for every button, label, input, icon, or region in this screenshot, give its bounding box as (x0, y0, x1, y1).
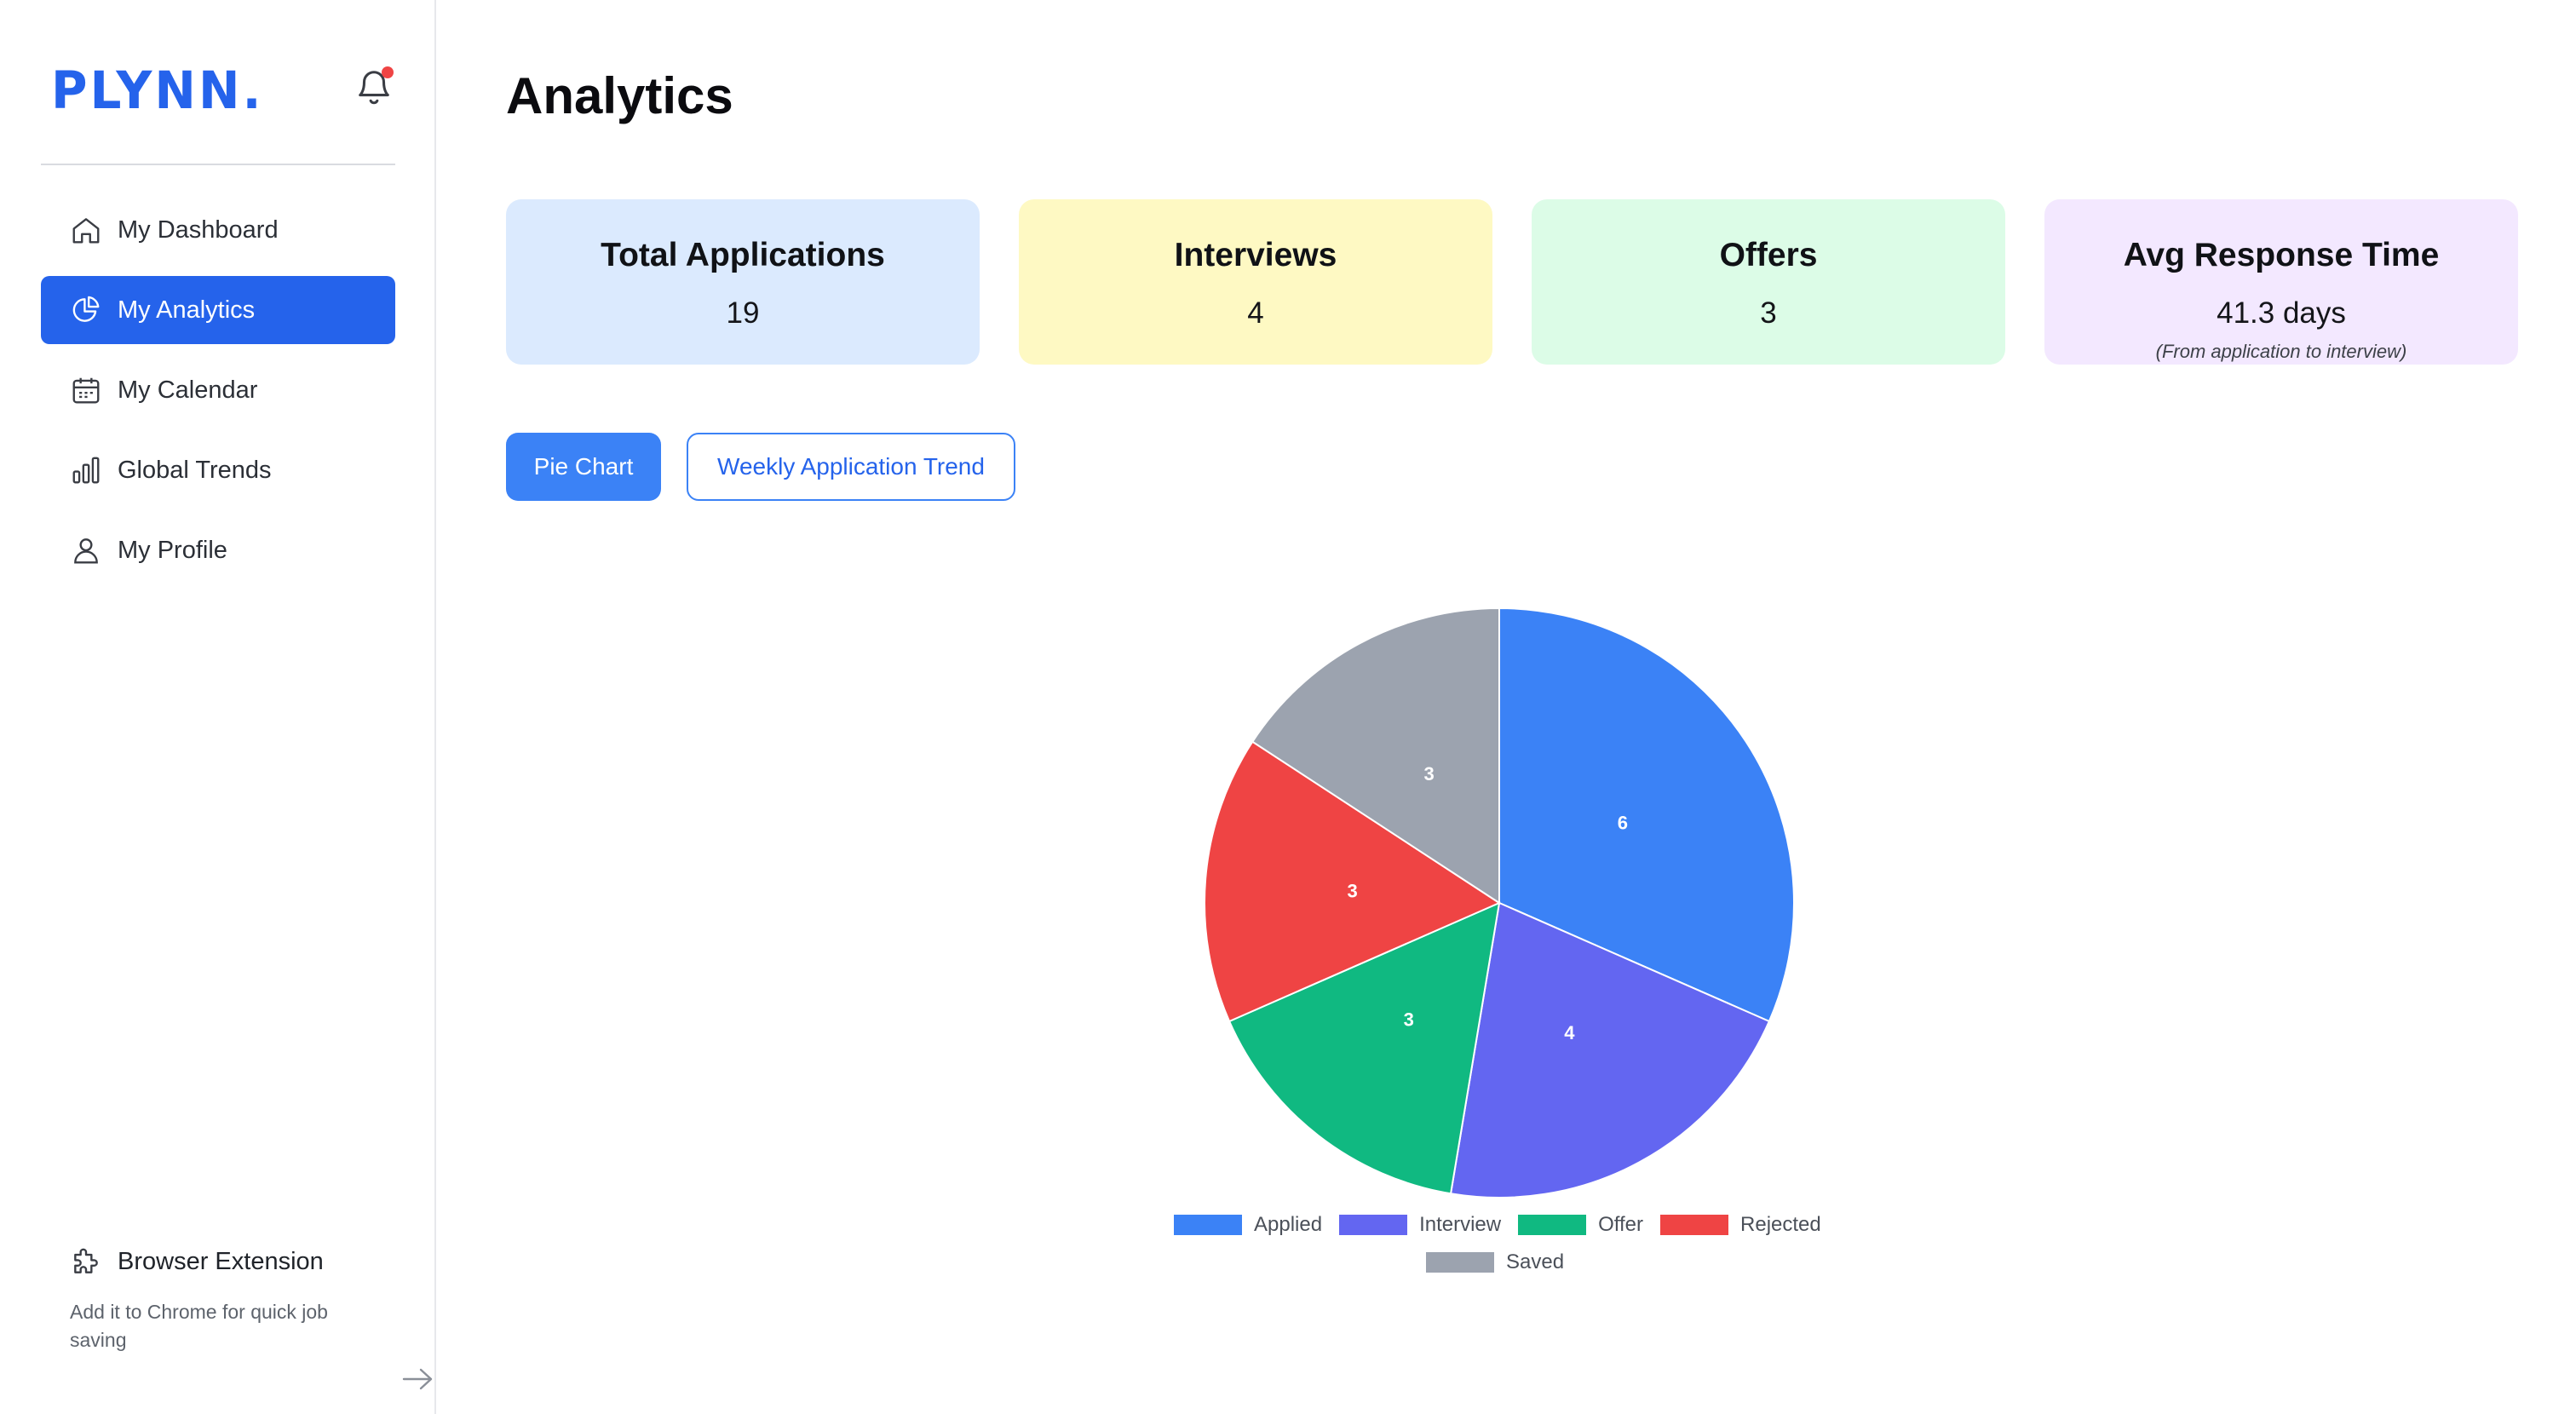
stat-card-total-applications: Total Applications 19 (506, 199, 980, 365)
sidebar-nav: My Dashboard My Analytics My Calendar Gl… (41, 196, 395, 596)
brand-logo[interactable]: PLYNN. (51, 60, 264, 120)
sidebar-item-profile[interactable]: My Profile (41, 516, 395, 584)
pie-slice-label: 3 (1424, 763, 1435, 785)
pie-chart-icon (72, 296, 100, 322)
sidebar-item-label: My Dashboard (118, 216, 279, 244)
arrow-right-icon[interactable] (400, 1366, 434, 1392)
legend-swatch (1426, 1252, 1494, 1273)
stat-label: Offers (1719, 237, 1818, 273)
chart-legend: Saved (1426, 1250, 1581, 1274)
sidebar-item-label: My Analytics (118, 296, 256, 324)
sidebar-item-dashboard[interactable]: My Dashboard (41, 196, 395, 264)
pie-chart-tab[interactable]: Pie Chart (506, 433, 661, 501)
pie-slice-label: 3 (1347, 881, 1357, 902)
pie-slice-label: 4 (1564, 1022, 1575, 1043)
page-title: Analytics (506, 67, 733, 124)
stat-card-offers: Offers 3 (1532, 199, 2005, 365)
legend-item-rejected[interactable]: Rejected (1660, 1213, 1821, 1237)
chart-legend: Applied Interview Offer Rejected (1174, 1213, 1838, 1237)
sidebar-item-label: My Calendar (118, 376, 258, 404)
calendar-icon (72, 377, 100, 404)
pie-slice-label: 6 (1618, 812, 1628, 833)
pie-chart: 6 4 3 3 3 (1204, 606, 1795, 1198)
stat-label: Interviews (1174, 237, 1337, 273)
legend-label: Rejected (1740, 1213, 1821, 1236)
sidebar-item-analytics[interactable]: My Analytics (41, 276, 395, 344)
legend-swatch (1339, 1215, 1408, 1235)
puzzle-icon (74, 1248, 98, 1273)
notification-dot (382, 66, 394, 78)
legend-item-saved[interactable]: Saved (1426, 1250, 1564, 1274)
sidebar-item-label: Global Trends (118, 456, 272, 484)
browser-extension-title[interactable]: Browser Extension (70, 1245, 394, 1278)
sidebar-item-global-trends[interactable]: Global Trends (41, 436, 395, 504)
stat-note: (From application to interview) (2155, 341, 2407, 362)
legend-label: Applied (1254, 1213, 1323, 1236)
legend-label: Saved (1506, 1250, 1565, 1273)
weekly-trend-tab[interactable]: Weekly Application Trend (687, 433, 1015, 501)
stat-value: 19 (726, 296, 760, 330)
user-icon (74, 538, 98, 564)
stat-card-interviews: Interviews 4 (1019, 199, 1492, 365)
stat-label: Avg Response Time (2123, 237, 2440, 273)
legend-swatch (1174, 1215, 1242, 1235)
legend-swatch (1660, 1215, 1729, 1235)
stat-label: Total Applications (601, 237, 885, 273)
legend-item-interview[interactable]: Interview (1339, 1213, 1501, 1237)
legend-item-applied[interactable]: Applied (1174, 1213, 1322, 1237)
sidebar-item-label: My Profile (118, 536, 227, 564)
bar-chart-icon (72, 457, 100, 484)
sidebar-divider (41, 164, 395, 165)
home-icon (72, 218, 100, 244)
stat-value: 4 (1247, 296, 1264, 330)
browser-extension-promo: Browser Extension Add it to Chrome for q… (70, 1245, 433, 1390)
pie-slice-label: 3 (1404, 1009, 1414, 1031)
legend-swatch (1518, 1215, 1587, 1235)
legend-label: Offer (1598, 1213, 1644, 1236)
sidebar: PLYNN. My Dashboard My Analytics My Cale… (0, 0, 436, 1414)
stat-card-avg-response-time: Avg Response Time 41.3 days (From applic… (2044, 199, 2518, 365)
stat-value: 3 (1760, 296, 1777, 330)
browser-extension-description: Add it to Chrome for quick job saving (70, 1301, 328, 1351)
stat-value: 41.3 days (2217, 296, 2346, 330)
sidebar-item-calendar[interactable]: My Calendar (41, 356, 395, 424)
legend-item-offer[interactable]: Offer (1518, 1213, 1643, 1237)
legend-label: Interview (1419, 1213, 1502, 1236)
browser-extension-label: Browser Extension (118, 1247, 324, 1275)
